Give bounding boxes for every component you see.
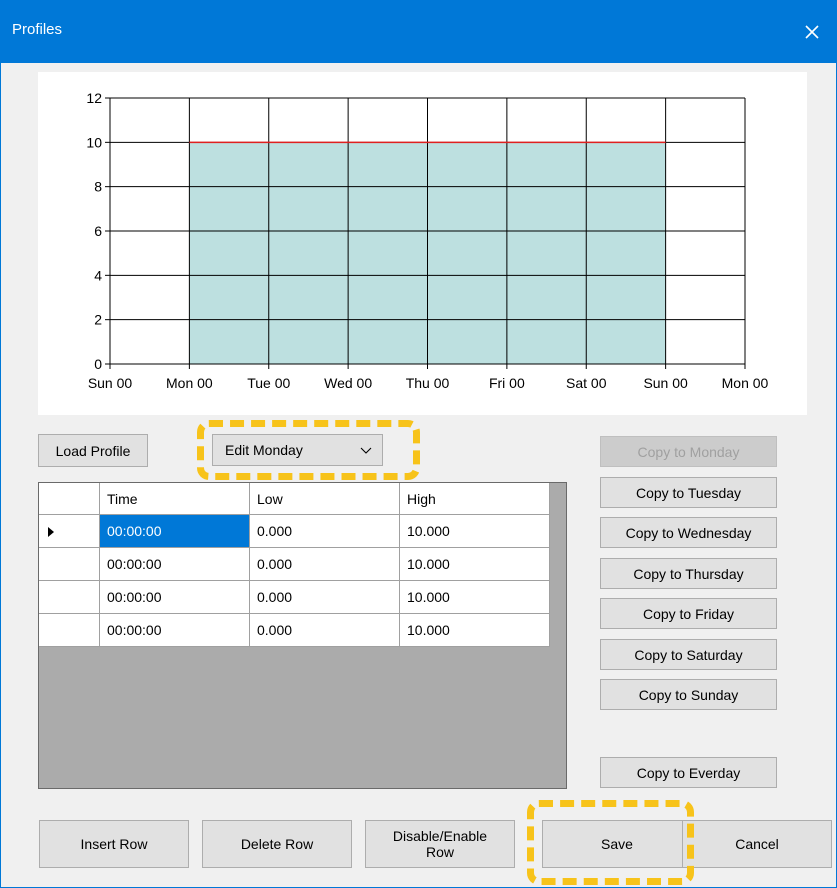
save-label: Save	[601, 836, 633, 852]
x-tick-label: Mon 00	[166, 375, 213, 391]
delete-row-button[interactable]: Delete Row	[202, 820, 352, 868]
y-tick-label: 0	[94, 356, 102, 372]
chart-svg: 0 2 4 6 8 10 12 Sun 00 Mon 00 Tue 00 Wed 00 Thu 00 F…	[86, 90, 769, 391]
high-cell[interactable]: 10.000	[400, 614, 550, 647]
copy-to-everyday-button[interactable]: Copy to Everday	[600, 757, 777, 788]
copy-to-thursday-label: Copy to Thursday	[633, 565, 744, 582]
x-tick-label: Sun 00	[88, 375, 133, 391]
row-header[interactable]	[39, 614, 100, 647]
copy-to-wednesday-button[interactable]: Copy to Wednesday	[600, 517, 777, 548]
x-tick-label: Sun 00	[643, 375, 688, 391]
y-tick-label: 2	[94, 312, 102, 328]
y-tick-label: 8	[94, 179, 102, 195]
x-tick-label: Mon 00	[722, 375, 769, 391]
low-cell[interactable]: 0.000	[250, 515, 400, 548]
y-tick-label: 12	[86, 90, 102, 106]
x-tick-label: Sat 00	[566, 375, 607, 391]
profile-chart: 0 2 4 6 8 10 12 Sun 00 Mon 00 Tue 00 Wed 00 Thu 00 F…	[38, 72, 807, 415]
copy-to-sunday-label: Copy to Sunday	[638, 686, 739, 703]
copy-to-monday-label: Copy to Monday	[637, 443, 740, 460]
low-cell[interactable]: 0.000	[250, 614, 400, 647]
table-corner-cell	[39, 483, 100, 515]
low-cell[interactable]: 0.000	[250, 581, 400, 614]
cancel-label: Cancel	[735, 836, 779, 852]
time-cell[interactable]: 00:00:00	[100, 581, 250, 614]
low-cell[interactable]: 0.000	[250, 548, 400, 581]
chevron-down-icon	[360, 447, 372, 454]
x-tick-label: Tue 00	[247, 375, 290, 391]
edit-day-value: Edit Monday	[225, 442, 303, 458]
load-profile-label: Load Profile	[55, 442, 131, 459]
profile-table: Time Low High 00:00:00 0.000 10.000 00:0…	[38, 482, 567, 789]
close-icon	[805, 25, 819, 39]
time-cell[interactable]: 00:00:00	[100, 515, 250, 548]
copy-to-thursday-button[interactable]: Copy to Thursday	[600, 558, 777, 589]
column-header-high[interactable]: High	[400, 483, 550, 515]
load-profile-button[interactable]: Load Profile	[38, 434, 148, 467]
copy-to-monday-button[interactable]: Copy to Monday	[600, 436, 777, 467]
copy-to-tuesday-button[interactable]: Copy to Tuesday	[600, 477, 777, 508]
copy-to-saturday-label: Copy to Saturday	[634, 646, 743, 663]
window-title: Profiles	[12, 21, 63, 38]
copy-to-saturday-button[interactable]: Copy to Saturday	[600, 639, 777, 670]
copy-to-sunday-button[interactable]: Copy to Sunday	[600, 679, 777, 710]
x-tick-label: Wed 00	[324, 375, 372, 391]
y-tick-label: 10	[86, 134, 102, 150]
time-cell[interactable]: 00:00:00	[100, 548, 250, 581]
high-cell[interactable]: 10.000	[400, 581, 550, 614]
copy-to-tuesday-label: Copy to Tuesday	[635, 484, 742, 501]
row-header[interactable]	[39, 515, 100, 548]
save-button[interactable]: Save	[542, 820, 692, 868]
x-tick-label: Fri 00	[489, 375, 525, 391]
copy-to-wednesday-label: Copy to Wednesday	[625, 524, 752, 541]
row-header[interactable]	[39, 548, 100, 581]
disable-enable-row-button[interactable]: Disable/Enable Row	[365, 820, 515, 868]
y-tick-label: 4	[94, 267, 102, 283]
column-header-time[interactable]: Time	[100, 483, 250, 515]
copy-to-friday-label: Copy to Friday	[642, 605, 735, 622]
row-header[interactable]	[39, 581, 100, 614]
column-header-low[interactable]: Low	[250, 483, 400, 515]
edit-day-select[interactable]: Edit Monday	[212, 434, 383, 466]
insert-row-label: Insert Row	[80, 836, 148, 852]
disable-enable-label-line2: Row	[425, 844, 454, 860]
profiles-window: Profiles 0 2 4 6 8 10 12 Sun 00 Mon 00 Tue 00 Wed …	[0, 0, 837, 888]
time-cell[interactable]: 00:00:00	[100, 614, 250, 647]
copy-to-friday-button[interactable]: Copy to Friday	[600, 598, 777, 629]
x-tick-label: Thu 00	[406, 375, 450, 391]
copy-to-everyday-label: Copy to Everday	[636, 764, 741, 781]
insert-row-button[interactable]: Insert Row	[39, 820, 189, 868]
current-row-arrow-icon	[48, 527, 54, 537]
cancel-button[interactable]: Cancel	[682, 820, 832, 868]
delete-row-label: Delete Row	[240, 836, 314, 852]
disable-enable-label-line1: Disable/Enable	[392, 828, 488, 844]
close-button[interactable]	[788, 1, 836, 63]
high-cell[interactable]: 10.000	[400, 548, 550, 581]
high-cell[interactable]: 10.000	[400, 515, 550, 548]
title-bar: Profiles	[1, 1, 836, 63]
y-tick-label: 6	[94, 223, 102, 239]
